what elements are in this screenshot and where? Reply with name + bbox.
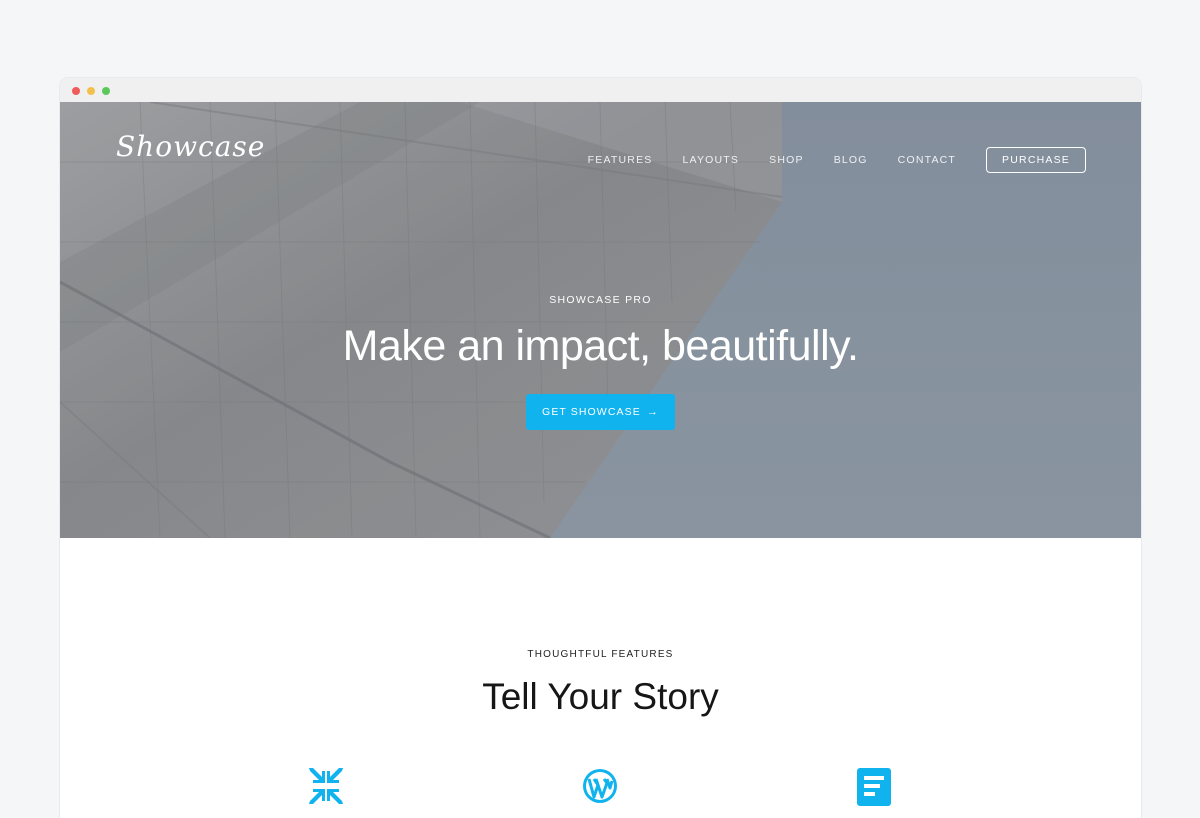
nav-item-layouts[interactable]: LAYOUTS (682, 154, 739, 166)
features-title: Tell Your Story (482, 676, 719, 717)
hero-eyebrow: SHOWCASE PRO (549, 294, 652, 306)
minimize-window-button[interactable] (87, 87, 95, 95)
browser-window: Showcase FEATURES LAYOUTS SHOP BLOG CONT… (60, 78, 1141, 818)
purchase-button[interactable]: PURCHASE (986, 147, 1086, 173)
compress-arrows-icon (309, 768, 343, 804)
wordpress-icon (583, 769, 617, 803)
nav-item-blog[interactable]: BLOG (834, 154, 868, 166)
features-eyebrow: THOUGHTFUL FEATURES (527, 649, 674, 660)
get-showcase-button[interactable]: GET SHOWCASE → (526, 394, 675, 430)
site-logo[interactable]: Showcase (116, 130, 265, 163)
arrow-right-icon: → (646, 406, 659, 418)
nav-item-shop[interactable]: SHOP (769, 154, 804, 166)
browser-titlebar (60, 78, 1141, 102)
maximize-window-button[interactable] (102, 87, 110, 95)
main-navigation: FEATURES LAYOUTS SHOP BLOG CONTACT PURCH… (558, 147, 1086, 173)
nav-item-features[interactable]: FEATURES (588, 154, 653, 166)
hero-headline: Make an impact, beautifully. (342, 322, 859, 370)
get-showcase-label: GET SHOWCASE (542, 406, 641, 418)
hero-cta-wrapper: GET SHOWCASE → (60, 394, 1141, 430)
hero-section: Showcase FEATURES LAYOUTS SHOP BLOG CONT… (60, 102, 1141, 538)
document-icon (857, 768, 891, 806)
close-window-button[interactable] (72, 87, 80, 95)
nav-item-contact[interactable]: CONTACT (898, 154, 956, 166)
